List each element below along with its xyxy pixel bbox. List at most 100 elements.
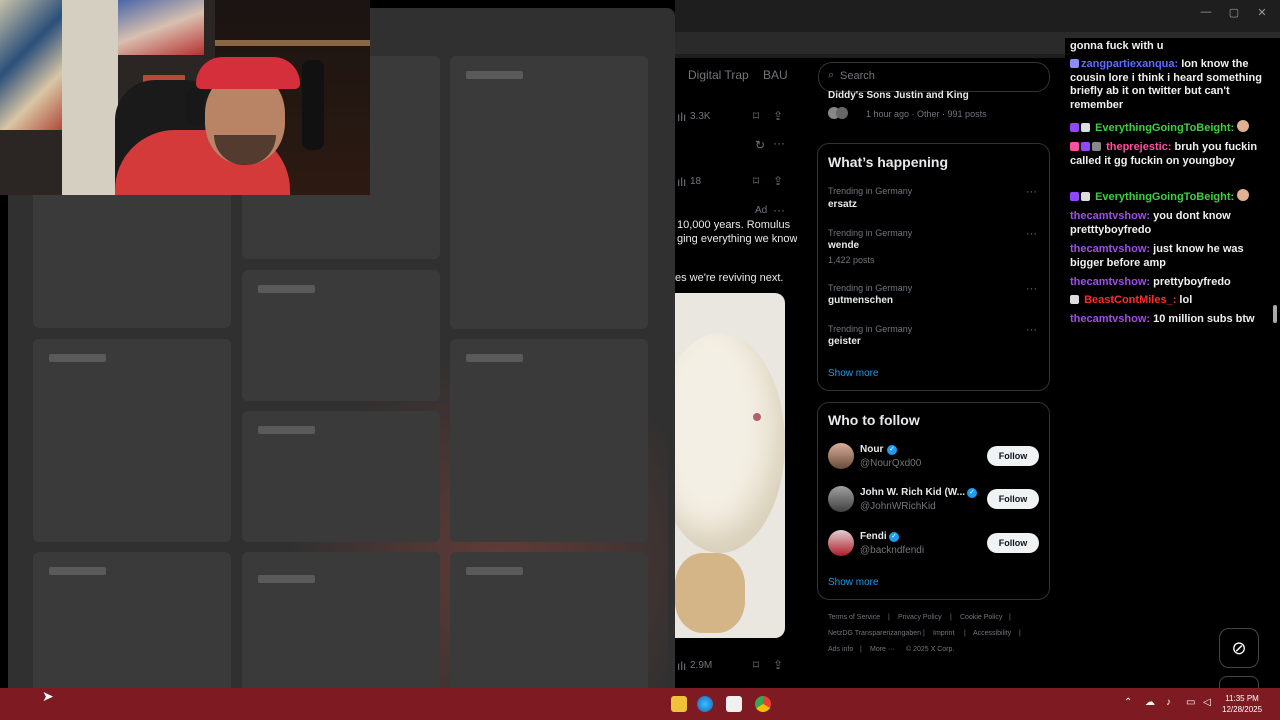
post-media-image[interactable] bbox=[675, 293, 785, 638]
close-window-button[interactable]: ✕ bbox=[1254, 6, 1270, 20]
footer-link[interactable]: NetzDG Transparenzangaben bbox=[828, 630, 921, 637]
chat-message: thecamtvshow: just know he was bigger be… bbox=[1070, 243, 1275, 270]
follow-button[interactable]: Follow bbox=[987, 446, 1039, 466]
file-explorer-icon[interactable] bbox=[671, 696, 687, 712]
chat-username[interactable]: thecamtvshow: bbox=[1070, 210, 1150, 222]
widget-tile-loading[interactable] bbox=[450, 56, 648, 329]
more-icon[interactable]: ··· bbox=[773, 203, 785, 217]
bookmark-icon[interactable]: ⌑ bbox=[753, 174, 759, 188]
footer-link[interactable]: Ads info bbox=[828, 646, 853, 653]
avatar[interactable] bbox=[828, 486, 854, 512]
footer-separator: | bbox=[860, 646, 862, 653]
account-name[interactable]: Fendi bbox=[860, 531, 887, 542]
follow-button[interactable]: Follow bbox=[987, 489, 1039, 509]
chat-username[interactable]: thecamtvshow: bbox=[1070, 243, 1150, 255]
grok-icon[interactable]: ↻ bbox=[755, 138, 765, 152]
account-name[interactable]: John W. Rich Kid (W... bbox=[860, 487, 965, 498]
chat-username[interactable]: zangpartiexanqua: bbox=[1081, 58, 1178, 70]
avatar bbox=[836, 107, 848, 119]
badge-icon bbox=[1070, 142, 1079, 151]
minimize-button[interactable]: — bbox=[1198, 6, 1214, 20]
footer-separator: | bbox=[923, 630, 925, 637]
more-icon[interactable]: ··· bbox=[773, 136, 785, 150]
section-heading: Who to follow bbox=[828, 412, 920, 428]
footer-link[interactable]: Cookie Policy bbox=[960, 614, 1002, 621]
search-input[interactable]: ⌕ Search bbox=[818, 62, 1050, 92]
verified-icon: ✓ bbox=[889, 532, 899, 542]
chrome-icon[interactable] bbox=[755, 696, 771, 712]
trend-context: Trending in Germany bbox=[828, 283, 913, 293]
chat-username[interactable]: theprejestic: bbox=[1106, 141, 1171, 153]
widget-tile-loading[interactable] bbox=[242, 411, 440, 542]
avatar[interactable] bbox=[828, 443, 854, 469]
chat-username[interactable]: thecamtvshow: bbox=[1070, 313, 1150, 325]
more-icon[interactable]: ··· bbox=[1026, 283, 1037, 295]
widget-tile-loading[interactable] bbox=[33, 339, 231, 542]
badge-icon bbox=[1070, 192, 1079, 201]
badge-icon bbox=[1081, 192, 1090, 201]
trend-name[interactable]: wende bbox=[828, 240, 859, 251]
tab-bau[interactable]: BAU bbox=[763, 68, 788, 82]
microphone-icon[interactable]: ♪ bbox=[1166, 697, 1171, 708]
maximize-button[interactable]: ▢ bbox=[1226, 6, 1242, 20]
whats-happening-panel: What’s happening Trending in Germany ers… bbox=[817, 143, 1050, 391]
chat-text: lol bbox=[1179, 294, 1193, 306]
cloud-icon[interactable]: ☁ bbox=[1145, 697, 1155, 708]
chat-username[interactable]: thecamtvshow: bbox=[1070, 276, 1150, 288]
chat-username[interactable]: EverythingGoingToBeight: bbox=[1095, 191, 1234, 203]
more-icon[interactable]: ··· bbox=[1026, 186, 1037, 198]
trend-name[interactable]: gutmenschen bbox=[828, 295, 893, 306]
tab-digital-trap[interactable]: Digital Trap bbox=[688, 68, 749, 82]
post-views: 3.3K bbox=[690, 111, 711, 122]
show-more-link[interactable]: Show more bbox=[828, 368, 879, 379]
verified-icon: ✓ bbox=[887, 445, 897, 455]
emote-icon bbox=[1237, 120, 1250, 132]
bookmark-icon[interactable]: ⌑ bbox=[753, 658, 759, 672]
footer-separator: | bbox=[1019, 630, 1021, 637]
share-icon[interactable]: ⇪ bbox=[773, 658, 783, 672]
trend-name[interactable]: geister bbox=[828, 336, 861, 347]
show-more-link[interactable]: Show more bbox=[828, 577, 879, 588]
widget-tile-loading[interactable] bbox=[450, 339, 648, 542]
trend-title[interactable]: Diddy's Sons Justin and King bbox=[828, 90, 969, 101]
system-clock[interactable]: 11:35 PM 12/28/2025 bbox=[1222, 693, 1262, 715]
avatar[interactable] bbox=[828, 530, 854, 556]
chat-message: theprejestic: bruh you fuckin called it … bbox=[1070, 141, 1275, 168]
footer-link[interactable]: Privacy Policy bbox=[898, 614, 942, 621]
chat-text: prettyboyfredo bbox=[1153, 276, 1231, 288]
widget-tile-loading[interactable] bbox=[242, 270, 440, 401]
chat-message: BeastContMiles_: lol bbox=[1070, 294, 1275, 308]
chat-username[interactable]: BeastContMiles_: bbox=[1084, 294, 1176, 306]
share-icon[interactable]: ⇪ bbox=[773, 174, 783, 188]
footer-link[interactable]: More ··· bbox=[870, 646, 895, 653]
copyright: © 2025 X Corp. bbox=[906, 646, 955, 653]
account-handle: @JohnWRichKid bbox=[860, 501, 936, 512]
post-views: 18 bbox=[690, 176, 702, 187]
trend-name[interactable]: ersatz bbox=[828, 199, 857, 210]
edge-icon[interactable] bbox=[697, 696, 713, 712]
chat-username[interactable]: EverythingGoingToBeight: bbox=[1095, 122, 1234, 134]
follow-button[interactable]: Follow bbox=[987, 533, 1039, 553]
views-icon: ılı bbox=[677, 175, 687, 189]
grok-icon[interactable]: ⊘ bbox=[1219, 628, 1259, 668]
more-icon[interactable]: ··· bbox=[1026, 324, 1037, 336]
badge-icon bbox=[1070, 295, 1079, 304]
account-name[interactable]: Nour bbox=[860, 444, 883, 455]
trend-context: Trending in Germany bbox=[828, 186, 913, 196]
volume-icon[interactable]: ◁ bbox=[1203, 697, 1211, 708]
share-icon[interactable]: ⇪ bbox=[773, 109, 783, 123]
network-icon[interactable]: ▭ bbox=[1186, 697, 1195, 708]
timeline-feed: Digital Trap BAU ılı 3.3K ⌑ ⇪ ↻ ··· ılı … bbox=[675, 58, 798, 688]
views-icon: ılı bbox=[677, 659, 687, 673]
ad-text-line: es we're reviving next. bbox=[675, 272, 784, 284]
more-icon[interactable]: ··· bbox=[1026, 228, 1037, 240]
store-icon[interactable] bbox=[726, 696, 742, 712]
chevron-up-icon[interactable]: ⌃ bbox=[1124, 697, 1132, 708]
bookmark-icon[interactable]: ⌑ bbox=[753, 109, 759, 123]
footer-link[interactable]: Terms of Service bbox=[828, 614, 880, 621]
footer-link[interactable]: Accessibility bbox=[973, 630, 1011, 637]
chat-scrollbar[interactable] bbox=[1273, 305, 1277, 323]
clock-date: 12/28/2025 bbox=[1222, 705, 1263, 714]
footer-separator: | bbox=[1009, 614, 1011, 621]
footer-link[interactable]: Imprint bbox=[933, 630, 954, 637]
